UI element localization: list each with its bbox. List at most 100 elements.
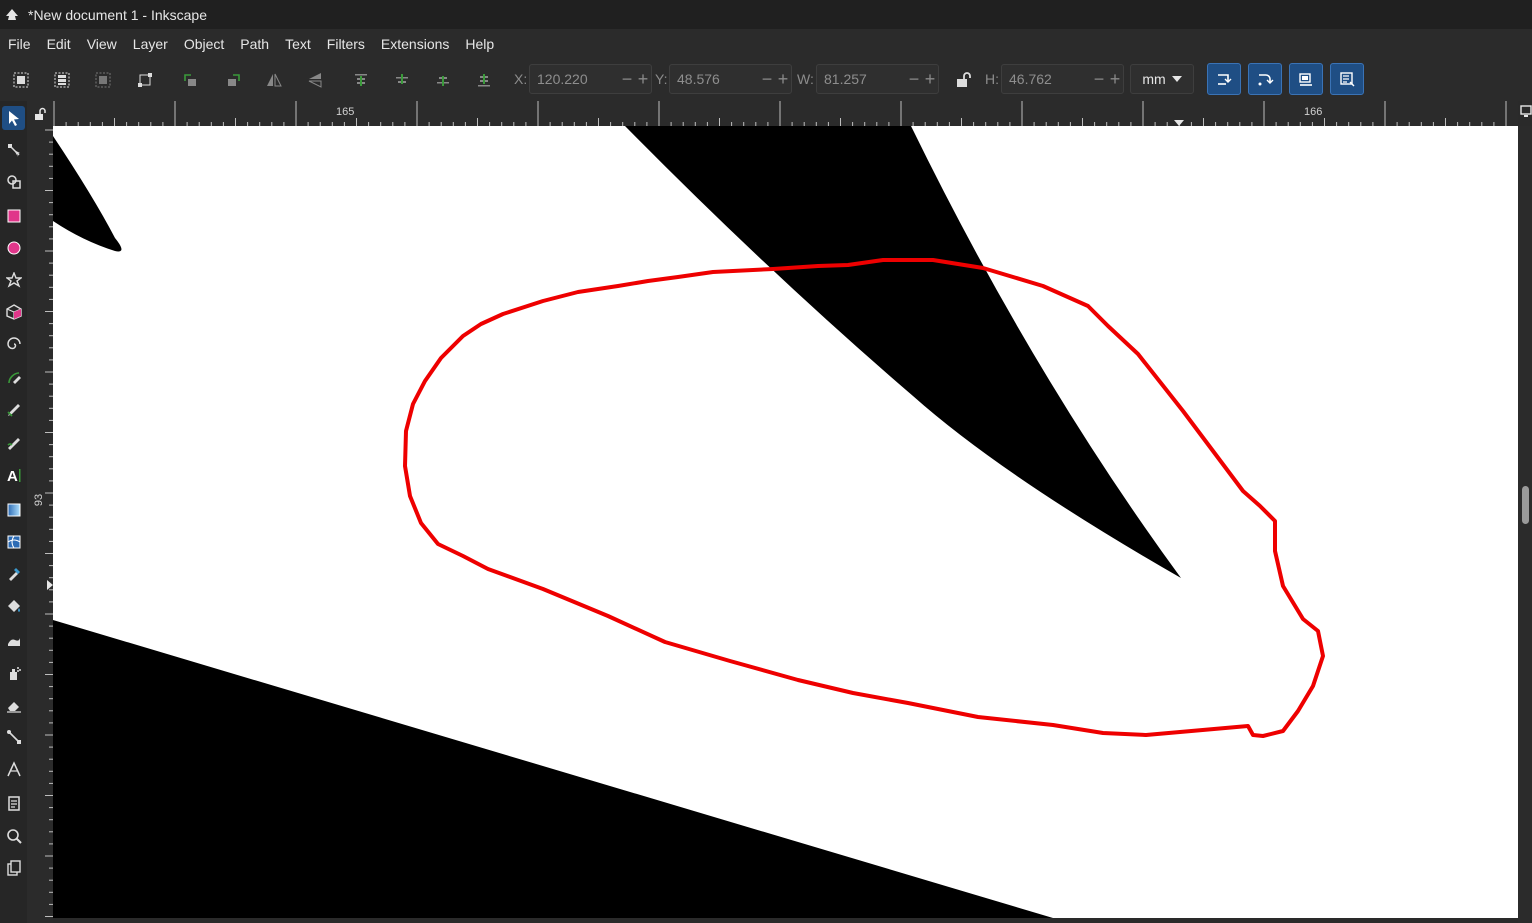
move-patterns-button[interactable] bbox=[1330, 63, 1364, 95]
tool-spiral[interactable] bbox=[2, 332, 25, 356]
move-gradients-button[interactable] bbox=[1289, 63, 1323, 95]
tool-ellipse[interactable] bbox=[2, 236, 25, 260]
tool-eraser[interactable] bbox=[2, 693, 25, 717]
tool-selector[interactable] bbox=[2, 106, 25, 130]
toolbox: A bbox=[0, 101, 27, 923]
tool-text[interactable]: A bbox=[2, 463, 25, 487]
rotate-ccw-button[interactable] bbox=[180, 69, 202, 91]
menu-bar: File Edit View Layer Object Path Text Fi… bbox=[0, 29, 1532, 59]
black-wedge-shape[interactable] bbox=[625, 126, 1181, 578]
tool-pen[interactable] bbox=[2, 366, 25, 390]
scrollbar-thumb[interactable] bbox=[1522, 486, 1529, 524]
lower-icon bbox=[437, 76, 449, 86]
tool-paint-bucket[interactable] bbox=[2, 594, 25, 618]
transform-handles-button[interactable] bbox=[134, 69, 156, 91]
move-gradients-icon bbox=[1299, 73, 1312, 86]
y-input[interactable] bbox=[670, 65, 759, 93]
black-shape-top-left[interactable] bbox=[53, 136, 122, 252]
ruler-label-165: 165 bbox=[336, 106, 355, 118]
tool-star[interactable] bbox=[2, 268, 25, 292]
menu-layer[interactable]: Layer bbox=[125, 29, 176, 59]
w-increment[interactable]: + bbox=[922, 66, 938, 92]
tool-rectangle[interactable] bbox=[2, 204, 25, 228]
select-all-button[interactable] bbox=[10, 69, 32, 91]
lock-proportions-button[interactable] bbox=[952, 69, 974, 91]
w-input[interactable] bbox=[817, 65, 906, 93]
vertical-scrollbar[interactable] bbox=[1518, 126, 1532, 923]
h-increment[interactable]: + bbox=[1107, 66, 1123, 92]
tool-3d-box[interactable] bbox=[2, 300, 25, 324]
menu-extensions[interactable]: Extensions bbox=[373, 29, 457, 59]
y-label: Y: bbox=[655, 71, 668, 87]
tool-spray[interactable] bbox=[2, 661, 25, 685]
tool-tweak[interactable] bbox=[2, 628, 25, 652]
text-icon: A bbox=[7, 468, 20, 483]
h-label: H: bbox=[985, 71, 999, 87]
tool-pages[interactable] bbox=[2, 791, 25, 815]
unit-dropdown[interactable]: mm bbox=[1130, 64, 1194, 94]
raise-icon bbox=[396, 74, 408, 84]
scale-stroke-button[interactable] bbox=[1207, 63, 1241, 95]
rectangle-icon bbox=[7, 209, 20, 223]
tool-gradient[interactable] bbox=[2, 498, 25, 522]
tool-measure[interactable] bbox=[2, 757, 25, 781]
tool-shape-builder[interactable] bbox=[2, 170, 25, 194]
flip-vertical-icon bbox=[308, 73, 322, 88]
raise-to-top-icon bbox=[355, 74, 367, 86]
y-decrement[interactable]: − bbox=[759, 66, 775, 92]
ellipse-icon bbox=[7, 241, 20, 255]
h-decrement[interactable]: − bbox=[1091, 66, 1107, 92]
unlock-icon bbox=[957, 72, 971, 87]
flip-horizontal-icon bbox=[267, 73, 282, 87]
tool-calligraphy[interactable] bbox=[2, 430, 25, 454]
horizontal-ruler[interactable]: 165 166 bbox=[53, 101, 1518, 126]
x-increment[interactable]: + bbox=[635, 66, 651, 92]
tool-pencil[interactable] bbox=[2, 398, 25, 422]
menu-help[interactable]: Help bbox=[457, 29, 502, 59]
tool-document[interactable] bbox=[2, 856, 25, 880]
select-all-layers-button[interactable] bbox=[51, 69, 73, 91]
black-bottom-shape[interactable] bbox=[53, 620, 1053, 918]
x-input[interactable] bbox=[530, 65, 619, 93]
tool-connector[interactable] bbox=[2, 725, 25, 749]
menu-file[interactable]: File bbox=[0, 29, 39, 59]
scale-corners-button[interactable] bbox=[1248, 63, 1282, 95]
flip-vertical-button[interactable] bbox=[304, 69, 326, 91]
horizontal-ruler-ticks bbox=[53, 101, 1507, 126]
zoom-icon bbox=[6, 829, 22, 844]
svg-text:A: A bbox=[7, 468, 18, 483]
document-icon bbox=[6, 860, 21, 876]
lower-button[interactable] bbox=[432, 69, 454, 91]
tool-dropper[interactable] bbox=[2, 562, 25, 586]
vertical-ruler[interactable]: 93 bbox=[27, 126, 53, 923]
inkscape-logo-icon bbox=[6, 8, 18, 20]
menu-text[interactable]: Text bbox=[277, 29, 319, 59]
rotate-cw-button[interactable] bbox=[222, 69, 244, 91]
menu-filters[interactable]: Filters bbox=[319, 29, 373, 59]
raise-to-top-button[interactable] bbox=[350, 69, 372, 91]
h-input[interactable] bbox=[1002, 65, 1091, 93]
drawing-canvas[interactable] bbox=[53, 126, 1518, 918]
connector-icon bbox=[6, 730, 21, 744]
lower-to-bottom-button[interactable] bbox=[473, 69, 495, 91]
w-decrement[interactable]: − bbox=[906, 66, 922, 92]
scale-stroke-icon bbox=[1218, 74, 1232, 85]
toggle-view-icon[interactable] bbox=[1520, 104, 1532, 118]
menu-object[interactable]: Object bbox=[176, 29, 232, 59]
raise-button[interactable] bbox=[391, 69, 413, 91]
y-increment[interactable]: + bbox=[775, 66, 791, 92]
flip-horizontal-button[interactable] bbox=[263, 69, 285, 91]
ruler-lock-button[interactable] bbox=[27, 101, 53, 126]
w-spinbox: − + bbox=[816, 64, 939, 94]
star-icon bbox=[5, 272, 22, 288]
tool-mesh[interactable] bbox=[2, 530, 25, 554]
tool-zoom[interactable] bbox=[2, 824, 25, 848]
tool-node[interactable] bbox=[2, 138, 25, 162]
menu-path[interactable]: Path bbox=[232, 29, 277, 59]
x-decrement[interactable]: − bbox=[619, 66, 635, 92]
w-label: W: bbox=[797, 71, 814, 87]
calligraphy-icon bbox=[6, 438, 20, 450]
menu-edit[interactable]: Edit bbox=[39, 29, 79, 59]
menu-view[interactable]: View bbox=[79, 29, 125, 59]
deselect-button[interactable] bbox=[92, 69, 114, 91]
